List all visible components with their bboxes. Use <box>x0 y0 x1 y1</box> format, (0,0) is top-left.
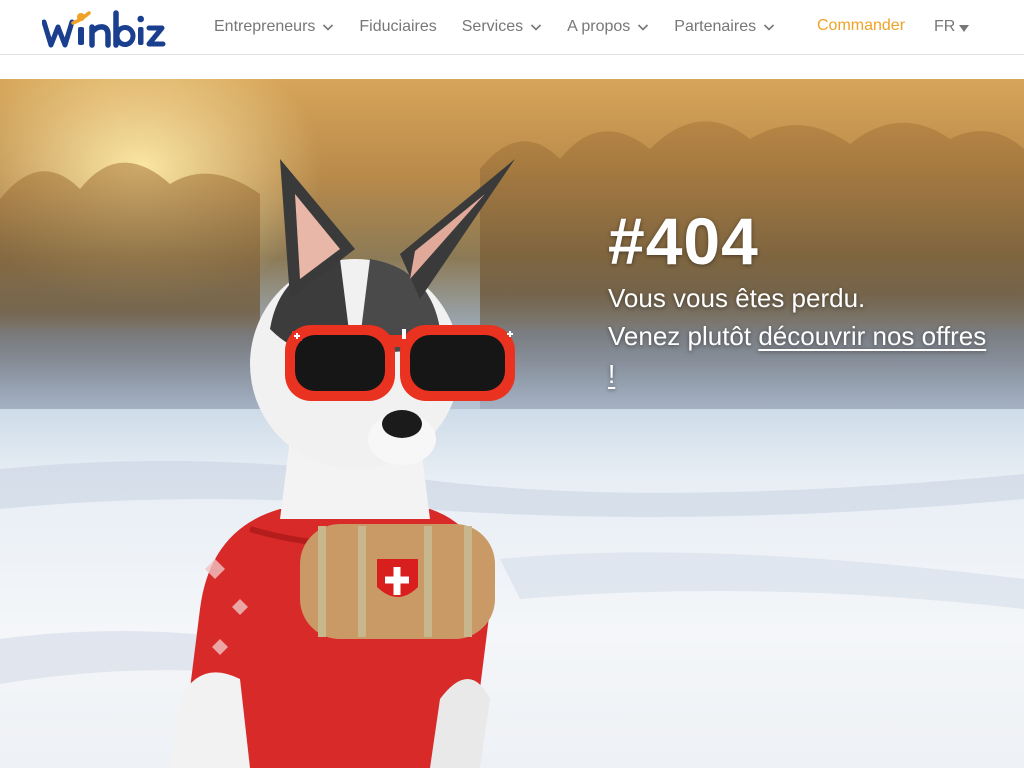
nav-fiduciaires-label: Fiduciaires <box>359 18 437 35</box>
nav-partenaires[interactable]: Partenaires <box>674 18 775 36</box>
chevron-down-icon <box>531 24 542 31</box>
nav-services[interactable]: Services <box>462 18 542 36</box>
dog-illustration <box>170 159 515 768</box>
nav-a-propos[interactable]: A propos <box>567 18 649 36</box>
winbiz-logo-mark <box>42 10 166 48</box>
chevron-down-icon <box>323 24 334 31</box>
lost-text: Vous vous êtes perdu. <box>608 283 866 313</box>
language-selector[interactable]: FR <box>934 18 970 36</box>
error-code: #404 <box>608 204 759 278</box>
offer-prefix: Venez plutôt <box>608 321 759 351</box>
chevron-down-icon <box>764 24 775 31</box>
nav-entrepreneurs-label: Entrepreneurs <box>214 18 316 35</box>
main-nav: Entrepreneurs Fiduciaires Services A pro… <box>214 0 800 54</box>
language-label: FR <box>934 18 956 35</box>
nav-services-label: Services <box>461 18 524 35</box>
nav-fiduciaires[interactable]: Fiduciaires <box>359 18 436 36</box>
barrel <box>300 524 495 639</box>
chevron-down-icon <box>638 24 649 31</box>
nav-partenaires-label: Partenaires <box>674 18 757 35</box>
nav-entrepreneurs[interactable]: Entrepreneurs <box>214 18 334 36</box>
hero-404: #404 Vous vous êtes perdu. Venez plutôt … <box>0 79 1024 768</box>
error-message: #404 Vous vous êtes perdu. Venez plutôt … <box>608 203 988 393</box>
winbiz-logo[interactable] <box>42 8 176 48</box>
offer-text: Venez plutôt découvrir nos offres ! <box>608 317 988 393</box>
order-link[interactable]: Commander <box>817 17 905 35</box>
caret-down-icon <box>959 24 970 32</box>
site-header: Entrepreneurs Fiduciaires Services A pro… <box>0 0 1024 55</box>
nav-a-propos-label: A propos <box>567 18 631 35</box>
